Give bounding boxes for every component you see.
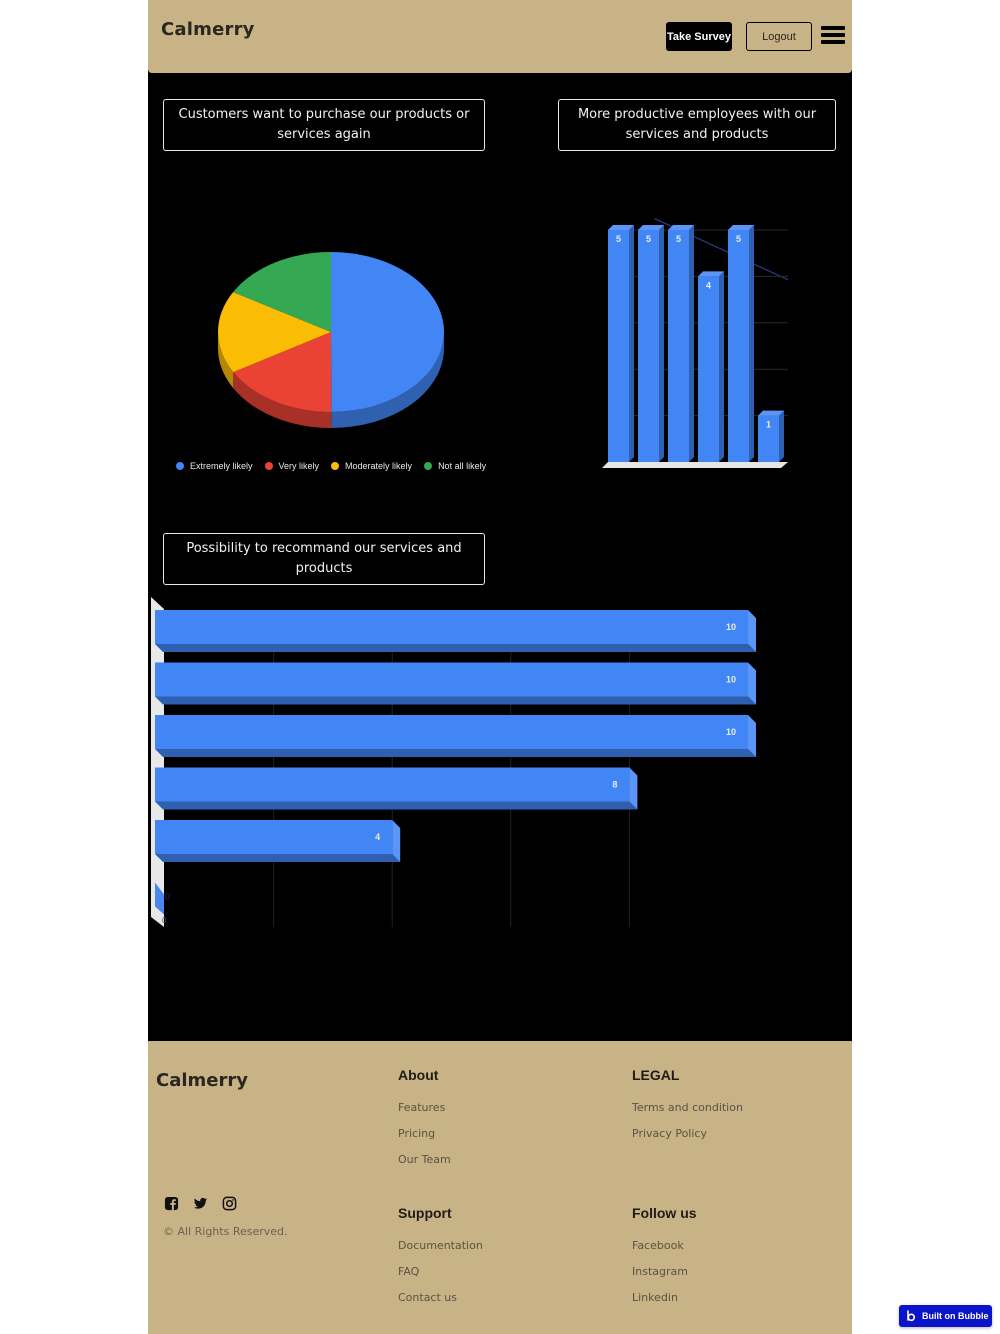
footer-link-features[interactable]: Features (398, 1101, 445, 1114)
column-bar-side (749, 225, 754, 462)
logout-button[interactable]: Logout (746, 22, 812, 51)
legend-item[interactable]: Not all likely (424, 461, 486, 471)
footer-support-title: Support (398, 1205, 452, 1221)
facebook-icon[interactable] (164, 1196, 179, 1211)
built-on-bubble-badge[interactable]: Built on Bubble (899, 1305, 992, 1327)
column-data-label: 5 (616, 234, 621, 244)
column-bar-front (608, 230, 629, 462)
legend-label: Not all likely (438, 461, 487, 471)
bar-chart-title: Possibility to recommand our services an… (163, 533, 485, 585)
footer-link-terms[interactable]: Terms and condition (632, 1101, 743, 1114)
header: Calmerry Take Survey Logout (148, 0, 852, 73)
footer-link-our-team[interactable]: Our Team (398, 1153, 451, 1166)
bar-bottom-face (155, 696, 756, 705)
bar-bottom-face (155, 854, 401, 862)
horizontal-bar-chart: 10 10 10 8 4 0 0 (151, 597, 756, 927)
column-bar (728, 225, 754, 462)
column-bar (668, 225, 694, 462)
bubble-logo-icon (907, 1310, 916, 1322)
legend-item[interactable]: Very likely (264, 461, 320, 471)
column-data-label: 5 (676, 234, 681, 244)
column-bar-front (668, 230, 689, 462)
column-bar (608, 225, 634, 462)
column-bar-front (728, 230, 749, 462)
pie-chart-title: Customers want to purchase our products … (163, 99, 485, 151)
column-data-label: 1 (766, 420, 771, 430)
footer-link-instagram[interactable]: Instagram (632, 1265, 688, 1278)
column-chart-title: More productive employees with our servi… (558, 99, 836, 151)
page: Calmerry Take Survey Logout Customers wa… (148, 0, 852, 1334)
footer-follow-title: Follow us (632, 1205, 697, 1221)
footer-link-privacy[interactable]: Privacy Policy (632, 1127, 707, 1140)
horizontal-bar (155, 820, 401, 862)
column-data-label: 4 (706, 280, 711, 290)
bar-bottom-face (155, 644, 756, 652)
bar-bottom-face (155, 749, 756, 757)
pie-chart (218, 252, 444, 428)
column-data-label: 5 (646, 234, 651, 244)
legend-dot (424, 462, 433, 470)
footer-legal-title: LEGAL (632, 1067, 680, 1083)
x-tick-label: 0 (162, 916, 167, 925)
column-bar-side (689, 225, 694, 462)
bar-data-label: 4 (375, 832, 380, 842)
legend-item[interactable]: Extremely likely (176, 461, 253, 471)
column-data-label: 5 (736, 234, 741, 244)
horizontal-bar (155, 715, 756, 757)
legend-label: Very likely (278, 461, 320, 471)
hamburger-menu-icon[interactable] (821, 26, 845, 46)
bar-data-label: 10 (726, 622, 736, 632)
legend-dot (176, 462, 184, 470)
bar-data-label: 10 (726, 675, 736, 685)
copyright-text: © All Rights Reserved. (163, 1225, 288, 1238)
bar-bottom-face (155, 801, 638, 810)
social-icons (164, 1196, 237, 1211)
column-bar-side (779, 410, 784, 462)
footer-link-faq[interactable]: FAQ (398, 1265, 419, 1278)
horizontal-bar (155, 662, 756, 705)
footer-link-documentation[interactable]: Documentation (398, 1239, 483, 1252)
bar-data-label: 8 (612, 780, 617, 790)
bar-front (155, 767, 630, 802)
legend-label: Extremely likely (190, 461, 253, 471)
legend-item[interactable]: Moderately likely (331, 461, 412, 471)
column-bar-side (629, 225, 634, 462)
column-bar (638, 225, 664, 462)
footer-link-pricing[interactable]: Pricing (398, 1127, 435, 1140)
bar-front (155, 715, 748, 749)
pie-legend: Extremely likely Very likely Moderately li… (176, 461, 498, 471)
bar-data-label: 10 (726, 727, 736, 737)
footer-link-linkedin[interactable]: Linkedin (632, 1291, 678, 1304)
brand-logo[interactable]: Calmerry (161, 19, 255, 40)
footer-link-contact[interactable]: Contact us (398, 1291, 457, 1304)
footer-link-facebook[interactable]: Facebook (632, 1239, 684, 1252)
bubble-badge-label: Built on Bubble (922, 1311, 989, 1321)
column-bar-front (638, 230, 659, 462)
legend-dot (331, 462, 340, 470)
bar-data-label: 0 (165, 892, 170, 902)
legend-dot (264, 462, 273, 470)
chart-floor (602, 462, 788, 468)
footer-about-title: About (398, 1067, 439, 1083)
instagram-icon[interactable] (222, 1196, 237, 1211)
take-survey-button[interactable]: Take Survey (666, 22, 732, 51)
horizontal-bar (155, 610, 756, 652)
column-bar (758, 410, 784, 462)
column-bar-front (698, 276, 719, 462)
column-bar-side (719, 271, 724, 462)
horizontal-bar (155, 767, 638, 810)
footer-brand: Calmerry (156, 1070, 248, 1091)
bar-front (155, 610, 748, 644)
legend-label: Moderately likely (345, 461, 413, 471)
footer: Calmerry About Features Pricing Our Team… (148, 1041, 852, 1334)
bar-front (155, 662, 748, 697)
twitter-icon[interactable] (193, 1196, 208, 1211)
column-bar-side (659, 225, 664, 462)
bar-front (155, 820, 393, 854)
column-bar (698, 271, 724, 462)
column-chart: 5 5 5 4 5 1 (602, 218, 788, 468)
